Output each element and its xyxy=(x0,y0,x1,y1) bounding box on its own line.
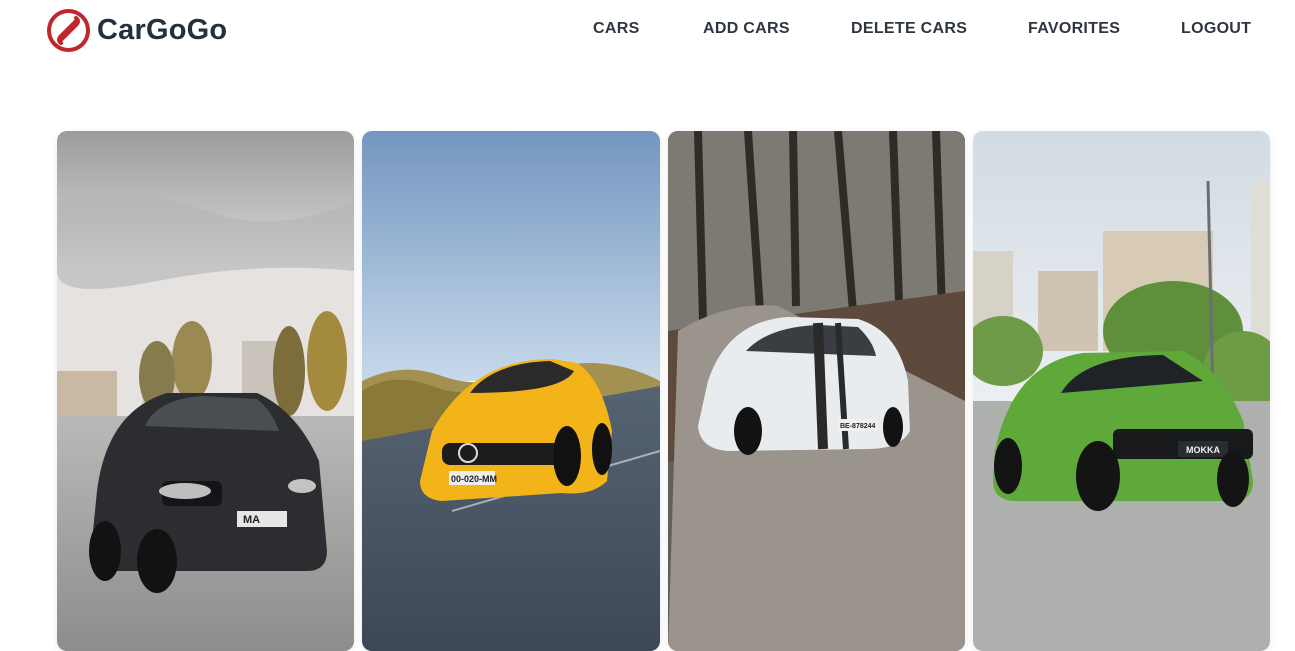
nav-favorites[interactable]: FAVORITES xyxy=(1028,20,1120,38)
car-card[interactable]: BE-878244 xyxy=(668,131,965,651)
car-card[interactable]: MA xyxy=(57,131,354,651)
car-photo: BE-878244 xyxy=(668,131,965,651)
car-card[interactable]: MOKKA xyxy=(973,131,1270,651)
license-plate: 00-020-MM xyxy=(451,474,497,484)
nav-logout[interactable]: LOGOUT xyxy=(1181,20,1251,38)
nav-cars[interactable]: CARS xyxy=(593,20,640,38)
nav-delete-cars[interactable]: DELETE CARS xyxy=(851,20,967,38)
car-photo: MA xyxy=(57,131,354,651)
car-card[interactable]: 00-020-MM xyxy=(362,131,660,651)
car-photo: 00-020-MM xyxy=(362,131,660,651)
main-nav: CARS ADD CARS DELETE CARS FAVORITES LOGO… xyxy=(0,20,1295,42)
license-plate: BE-878244 xyxy=(840,423,876,430)
car-photo: MOKKA xyxy=(973,131,1270,651)
license-plate: MA xyxy=(243,514,260,526)
nav-add-cars[interactable]: ADD CARS xyxy=(703,20,790,38)
site-header: CarGoGo CARS ADD CARS DELETE CARS FAVORI… xyxy=(0,0,1295,62)
license-plate: MOKKA xyxy=(1186,445,1220,455)
